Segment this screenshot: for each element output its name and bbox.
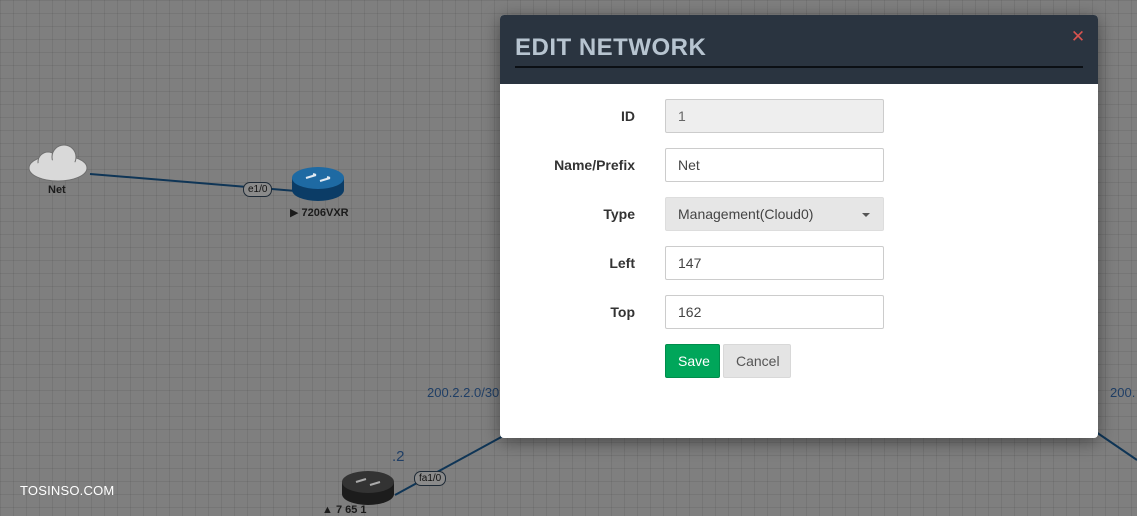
cloud-icon: [28, 144, 88, 182]
form-row-top: Top: [500, 295, 1098, 329]
form-row-left: Left: [500, 246, 1098, 280]
type-select[interactable]: Management(Cloud0): [665, 197, 884, 231]
name-prefix-field[interactable]: [665, 148, 884, 182]
subnet-label-right: 200.: [1110, 385, 1136, 400]
form-actions: Save Cancel: [500, 344, 1098, 378]
top-label: Top: [610, 304, 635, 320]
cancel-button[interactable]: Cancel: [723, 344, 791, 378]
node-label-router-2: ▲ 7 65 1: [322, 504, 367, 516]
router-icon: [342, 471, 394, 505]
dialog-title: EDIT NETWORK: [515, 34, 1083, 68]
watermark: TOSINSO.COM: [20, 483, 115, 498]
interface-label-fa1-0: fa1/0: [414, 471, 447, 486]
id-field[interactable]: [665, 99, 884, 133]
chevron-down-icon: [862, 213, 870, 217]
id-label: ID: [621, 108, 635, 124]
type-select-value: Management(Cloud0): [678, 206, 814, 222]
top-field[interactable]: [665, 295, 884, 329]
link-right: [1095, 431, 1137, 461]
dialog-header: EDIT NETWORK ✕: [500, 15, 1098, 84]
router-icon: [292, 167, 344, 201]
node-label-7206vxr: ▶ 7206VXR: [290, 207, 349, 219]
link-r1-fa10: [394, 434, 506, 496]
type-label: Type: [603, 206, 635, 222]
save-button[interactable]: Save: [665, 344, 720, 378]
left-field[interactable]: [665, 246, 884, 280]
ip-suffix-label: .2: [392, 448, 405, 465]
edit-network-dialog: EDIT NETWORK ✕ ID Name/Prefix Type Manag…: [500, 15, 1098, 438]
form-row-type: Type Management(Cloud0): [500, 197, 1098, 231]
close-icon[interactable]: ✕: [1070, 28, 1086, 45]
subnet-label: 200.2.2.0/30: [427, 385, 500, 400]
interface-label-e1-0: e1/0: [243, 182, 273, 197]
node-label-net: Net: [48, 184, 66, 196]
form-row-id: ID: [500, 99, 1098, 133]
left-label: Left: [609, 255, 635, 271]
form-row-name: Name/Prefix: [500, 148, 1098, 182]
name-prefix-label: Name/Prefix: [554, 157, 635, 173]
